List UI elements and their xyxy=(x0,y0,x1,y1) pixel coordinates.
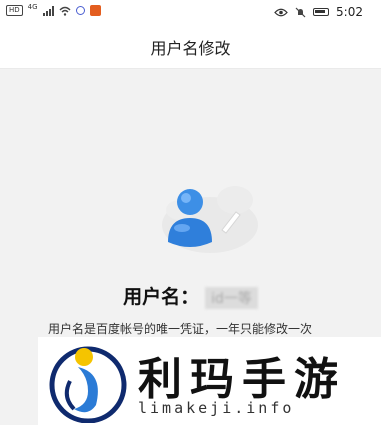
signal-icon xyxy=(42,5,54,16)
watermark-title: 利玛手游 xyxy=(138,354,346,405)
status-time: 5:02 xyxy=(336,5,363,19)
sync-icon xyxy=(75,6,85,15)
user-avatar-icon xyxy=(162,186,258,253)
brand-logo-icon xyxy=(49,346,127,423)
page-title: 用户名修改 xyxy=(0,26,381,69)
status-right: 5:02 xyxy=(274,5,363,19)
username-value: id一等 xyxy=(205,286,258,309)
mute-icon xyxy=(295,7,306,17)
watermark-banner: 利玛手游 limakeji.info xyxy=(38,337,381,425)
username-label: 用户名： xyxy=(123,286,200,308)
network-type: 4G xyxy=(27,2,38,11)
app-notification-icon xyxy=(89,5,101,16)
username-description: 用户名是百度帐号的唯一凭证，一年只能修改一次 xyxy=(48,322,313,336)
battery-icon xyxy=(313,8,330,16)
hd-indicator: HD xyxy=(6,5,23,16)
status-bar: HD 4G 5:02 xyxy=(0,0,381,26)
wifi-icon xyxy=(59,6,71,16)
eye-icon xyxy=(274,8,288,16)
status-left: HD 4G xyxy=(6,2,101,16)
watermark-subtitle: limakeji.info xyxy=(138,399,295,417)
username-row: 用户名： id一等 xyxy=(0,282,381,309)
